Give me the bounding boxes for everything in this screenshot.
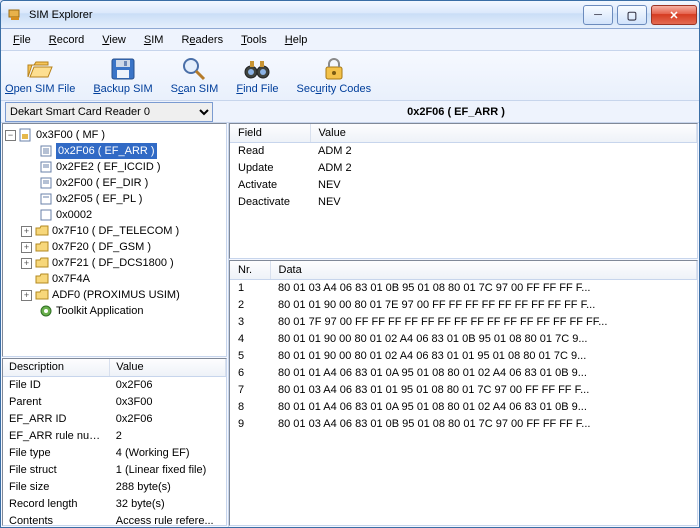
tree-node-ef-iccid[interactable]: 0x2FE2 ( EF_ICCID ) [5, 159, 224, 175]
tool-find-file[interactable]: Find File [236, 57, 278, 98]
app-window: SIM Explorer ─ ▢ ✕ File Record View SIM … [0, 0, 700, 528]
titlebar: SIM Explorer ─ ▢ ✕ [1, 1, 699, 29]
current-file-label: 0x2F06 ( EF_ARR ) [213, 106, 699, 118]
record-row[interactable]: 780 01 03 A4 06 83 01 01 95 01 08 80 01 … [230, 382, 697, 399]
left-pane: −0x3F00 ( MF ) 0x2F06 ( EF_ARR ) 0x2FE2 … [1, 123, 229, 527]
folder-icon [35, 224, 49, 238]
record-row[interactable]: 680 01 01 A4 06 83 01 0A 95 01 08 80 01 … [230, 365, 697, 382]
field-row[interactable]: UpdateADM 2 [230, 160, 697, 177]
tree-node-ef-dir[interactable]: 0x2F00 ( EF_DIR ) [5, 175, 224, 191]
reader-select[interactable]: Dekart Smart Card Reader 0 [5, 102, 213, 122]
field-row[interactable]: DeactivateNEV [230, 194, 697, 211]
tree-node-7f4a[interactable]: 0x7F4A [5, 271, 224, 287]
description-table: DescriptionValue File ID0x2F06 Parent0x3… [3, 359, 226, 526]
col-nr[interactable]: Nr. [230, 261, 270, 280]
menubar: File Record View SIM Readers Tools Help [1, 29, 699, 51]
app-icon [7, 7, 23, 23]
file-icon [39, 192, 53, 206]
records-panel: Nr.Data 180 01 03 A4 06 83 01 0B 95 01 0… [229, 260, 698, 526]
window-controls: ─ ▢ ✕ [581, 1, 699, 28]
fields-table: FieldValue ReadADM 2 UpdateADM 2 Activat… [230, 124, 697, 211]
desc-row[interactable]: File type4 (Working EF) [3, 444, 226, 461]
record-row[interactable]: 280 01 01 90 00 80 01 7E 97 00 FF FF FF … [230, 297, 697, 314]
file-icon [39, 160, 53, 174]
record-row[interactable]: 380 01 7F 97 00 FF FF FF FF FF FF FF FF … [230, 314, 697, 331]
col-value[interactable]: Value [310, 124, 697, 143]
folder-icon [35, 272, 49, 286]
menu-help[interactable]: Help [277, 32, 316, 48]
desc-row[interactable]: EF_ARR rule number2 [3, 427, 226, 444]
tree-node-toolkit[interactable]: Toolkit Application [5, 303, 224, 319]
expand-icon[interactable]: + [21, 258, 32, 269]
tree-node-mf[interactable]: −0x3F00 ( MF ) [5, 127, 224, 143]
desc-row[interactable]: Record length32 byte(s) [3, 495, 226, 512]
field-row[interactable]: ReadADM 2 [230, 143, 697, 160]
desc-row[interactable]: ContentsAccess rule refere... [3, 512, 226, 526]
expand-icon[interactable]: + [21, 242, 32, 253]
file-icon [39, 176, 53, 190]
tree-node-ef-pl[interactable]: 0x2F05 ( EF_PL ) [5, 191, 224, 207]
desc-row[interactable]: File ID0x2F06 [3, 376, 226, 393]
toolbar: Open SIM File Backup SIM Scan SIM Find F… [1, 51, 699, 101]
window-title: SIM Explorer [29, 9, 581, 21]
tree-node-df-telecom[interactable]: +0x7F10 ( DF_TELECOM ) [5, 223, 224, 239]
minimize-button[interactable]: ─ [583, 5, 613, 25]
tool-backup-sim[interactable]: Backup SIM [93, 57, 152, 98]
right-pane: FieldValue ReadADM 2 UpdateADM 2 Activat… [229, 123, 699, 527]
description-panel: DescriptionValue File ID0x2F06 Parent0x3… [2, 358, 227, 526]
magnifier-icon [180, 57, 208, 81]
col-description[interactable]: Description [3, 359, 110, 376]
folder-icon [35, 288, 49, 302]
collapse-icon[interactable]: − [5, 130, 16, 141]
fields-panel: FieldValue ReadADM 2 UpdateADM 2 Activat… [229, 123, 698, 259]
expand-icon[interactable]: + [21, 290, 32, 301]
expand-icon[interactable]: + [21, 226, 32, 237]
col-data[interactable]: Data [270, 261, 697, 280]
tree-node-adf0[interactable]: +ADF0 (PROXIMUS USIM) [5, 287, 224, 303]
field-row[interactable]: ActivateNEV [230, 177, 697, 194]
menu-record[interactable]: Record [41, 32, 92, 48]
desc-row[interactable]: Parent0x3F00 [3, 393, 226, 410]
tree-node-ef-arr[interactable]: 0x2F06 ( EF_ARR ) [5, 143, 224, 159]
sim-tree[interactable]: −0x3F00 ( MF ) 0x2F06 ( EF_ARR ) 0x2FE2 … [2, 123, 227, 357]
record-row[interactable]: 480 01 01 90 00 80 01 02 A4 06 83 01 0B … [230, 331, 697, 348]
folder-icon [35, 256, 49, 270]
desc-row[interactable]: File struct1 (Linear fixed file) [3, 461, 226, 478]
maximize-button[interactable]: ▢ [617, 5, 647, 25]
desc-row[interactable]: File size288 byte(s) [3, 478, 226, 495]
sim-icon [19, 128, 33, 142]
tree-node-df-gsm[interactable]: +0x7F20 ( DF_GSM ) [5, 239, 224, 255]
gear-icon [39, 304, 53, 318]
tool-security-codes[interactable]: Security Codes [297, 57, 372, 98]
binoculars-icon [243, 57, 271, 81]
menu-tools[interactable]: Tools [233, 32, 275, 48]
records-table: Nr.Data 180 01 03 A4 06 83 01 0B 95 01 0… [230, 261, 697, 433]
folder-icon [35, 240, 49, 254]
record-row[interactable]: 580 01 01 90 00 80 01 02 A4 06 83 01 01 … [230, 348, 697, 365]
menu-file[interactable]: File [5, 32, 39, 48]
col-field[interactable]: Field [230, 124, 310, 143]
menu-sim[interactable]: SIM [136, 32, 172, 48]
desc-row[interactable]: EF_ARR ID0x2F06 [3, 410, 226, 427]
floppy-disk-icon [109, 57, 137, 81]
menu-readers[interactable]: Readers [173, 32, 231, 48]
file-icon [39, 208, 53, 222]
tree-node-0002[interactable]: 0x0002 [5, 207, 224, 223]
tool-scan-sim[interactable]: Scan SIM [171, 57, 219, 98]
record-row[interactable]: 880 01 01 A4 06 83 01 0A 95 01 08 80 01 … [230, 399, 697, 416]
col-value[interactable]: Value [110, 359, 226, 376]
tree-node-df-dcs1800[interactable]: +0x7F21 ( DF_DCS1800 ) [5, 255, 224, 271]
tool-open-sim-file[interactable]: Open SIM File [5, 57, 75, 98]
menu-view[interactable]: View [94, 32, 134, 48]
file-icon [39, 144, 53, 158]
reader-bar: Dekart Smart Card Reader 0 0x2F06 ( EF_A… [1, 101, 699, 123]
record-row[interactable]: 980 01 03 A4 06 83 01 0B 95 01 08 80 01 … [230, 416, 697, 433]
record-row[interactable]: 180 01 03 A4 06 83 01 0B 95 01 08 80 01 … [230, 280, 697, 297]
content-area: −0x3F00 ( MF ) 0x2F06 ( EF_ARR ) 0x2FE2 … [1, 123, 699, 527]
folder-open-icon [26, 57, 54, 81]
close-button[interactable]: ✕ [651, 5, 697, 25]
lock-icon [320, 57, 348, 81]
